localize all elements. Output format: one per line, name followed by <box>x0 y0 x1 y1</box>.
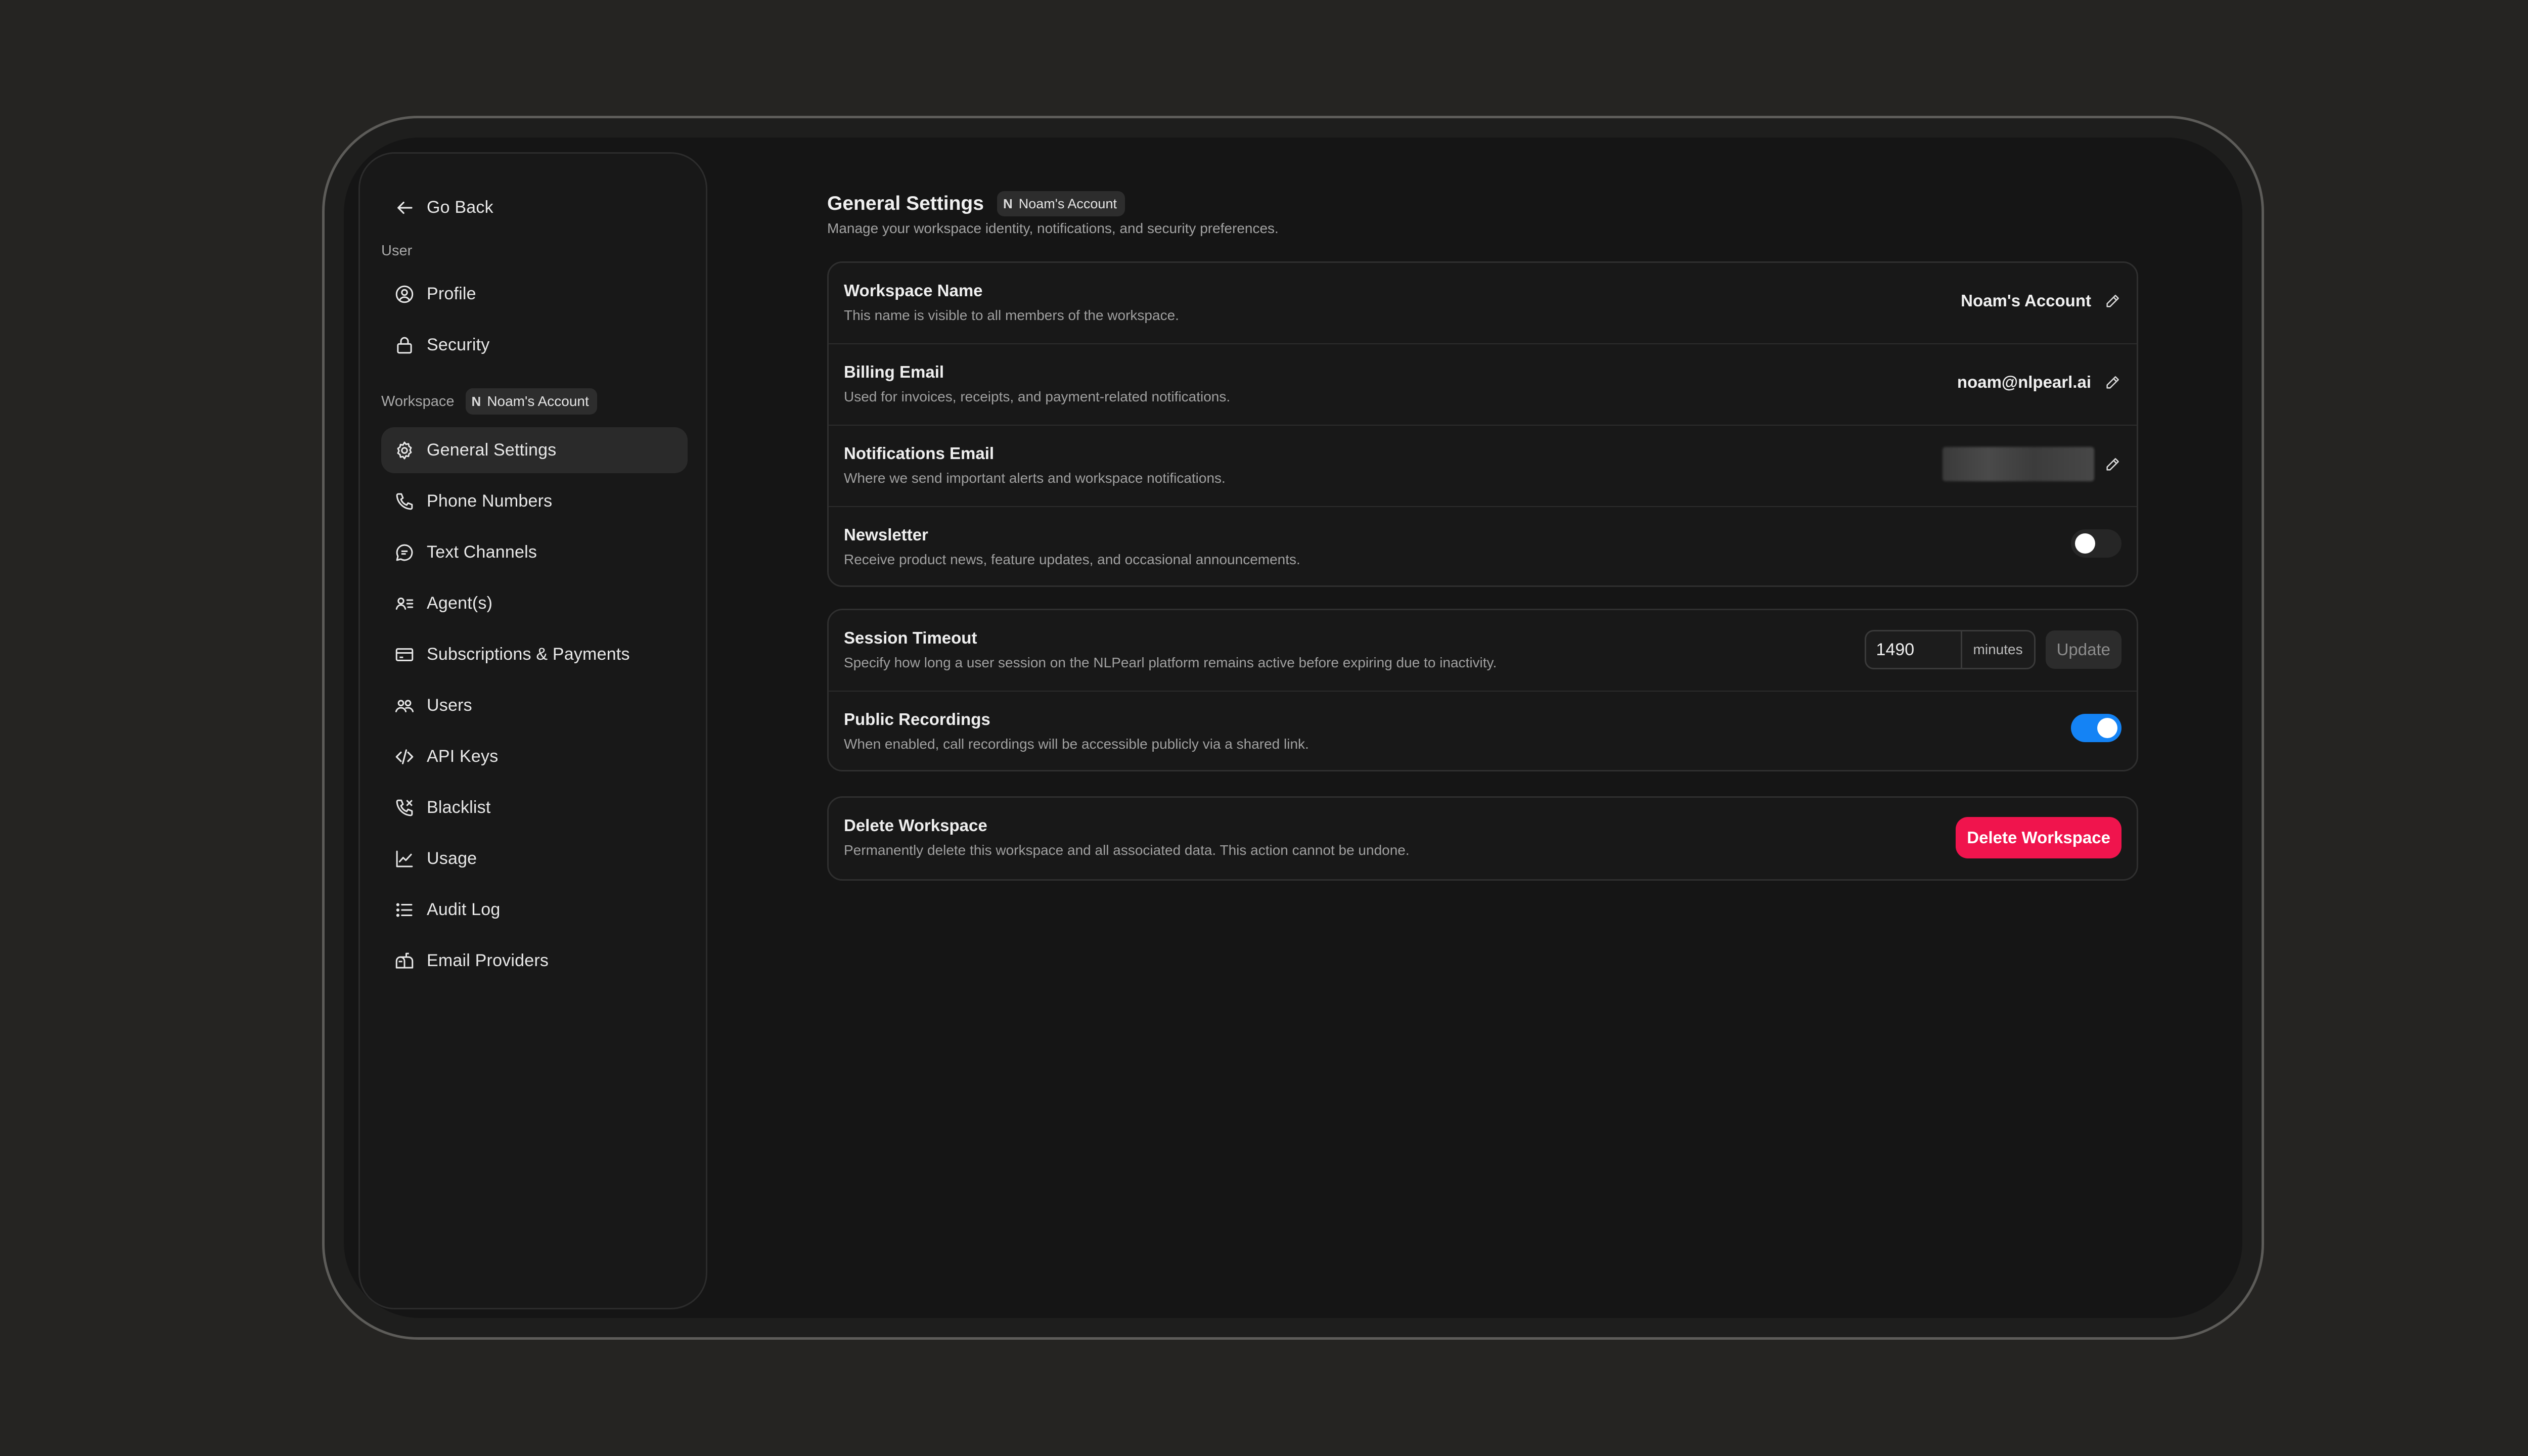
delete-workspace-description: Permanently delete this workspace and al… <box>844 842 1410 858</box>
billing-email-row: Billing Email Used for invoices, receipt… <box>829 344 2137 426</box>
workspace-name-value-area: Noam's Account <box>1961 291 2121 310</box>
billing-email-title: Billing Email <box>844 362 944 381</box>
billing-email-description: Used for invoices, receipts, and payment… <box>844 389 1231 404</box>
account-chip: N Noam's Account <box>997 191 1125 216</box>
delete-workspace-row: Delete Workspace Permanently delete this… <box>829 798 2137 879</box>
account-chip-name: Noam's Account <box>1018 196 1117 211</box>
security-settings-card: Session Timeout Specify how long a user … <box>827 609 2138 771</box>
workspace-name-description: This name is visible to all members of t… <box>844 307 1179 323</box>
delete-workspace-title: Delete Workspace <box>844 816 987 835</box>
billing-email-value: noam@nlpearl.ai <box>1957 373 2091 391</box>
session-timeout-description: Specify how long a user session on the N… <box>844 655 1497 670</box>
app-screen: Go Back User Profile Security Workspace … <box>344 138 2242 1318</box>
tablet-frame: Go Back User Profile Security Workspace … <box>322 116 2264 1340</box>
newsletter-value-area <box>2071 529 2121 558</box>
toggle-knob <box>2075 533 2095 554</box>
newsletter-toggle[interactable] <box>2071 529 2121 558</box>
newsletter-description: Receive product news, feature updates, a… <box>844 552 1300 567</box>
public-recordings-value-area <box>2071 714 2121 742</box>
pencil-icon[interactable] <box>2104 456 2121 473</box>
session-timeout-group: minutes Update <box>1864 630 2121 669</box>
session-timeout-input-wrap: minutes <box>1864 630 2036 669</box>
session-timeout-row: Session Timeout Specify how long a user … <box>829 610 2137 692</box>
page-title-text: General Settings <box>827 193 984 214</box>
public-recordings-description: When enabled, call recordings will be ac… <box>844 736 1309 752</box>
pencil-icon[interactable] <box>2104 292 2121 309</box>
workspace-name-title: Workspace Name <box>844 281 983 300</box>
notifications-email-value-redacted <box>1943 447 2094 481</box>
danger-zone-card: Delete Workspace Permanently delete this… <box>827 796 2138 881</box>
public-recordings-row: Public Recordings When enabled, call rec… <box>829 692 2137 770</box>
update-button[interactable]: Update <box>2045 630 2121 669</box>
notifications-email-description: Where we send important alerts and works… <box>844 470 1226 486</box>
workspace-name-value: Noam's Account <box>1961 291 2091 310</box>
public-recordings-toggle[interactable] <box>2071 714 2121 742</box>
notifications-email-title: Notifications Email <box>844 444 995 463</box>
newsletter-row: Newsletter Receive product news, feature… <box>829 507 2137 585</box>
billing-email-value-area: noam@nlpearl.ai <box>1957 373 2121 392</box>
notifications-email-value-area <box>1943 447 2121 481</box>
workspace-name-row: Workspace Name This name is visible to a… <box>829 263 2137 344</box>
public-recordings-title: Public Recordings <box>844 710 990 729</box>
notifications-email-row: Notifications Email Where we send import… <box>829 426 2137 507</box>
session-timeout-unit: minutes <box>1960 631 2034 668</box>
session-timeout-controls: minutes Update <box>1864 630 2121 669</box>
main-content: General Settings N Noam's Account Manage… <box>344 138 2242 1318</box>
session-timeout-input[interactable] <box>1866 631 1961 668</box>
account-initial: N <box>1003 196 1013 211</box>
newsletter-title: Newsletter <box>844 525 928 544</box>
delete-workspace-value-area: Delete Workspace <box>1956 817 2121 858</box>
page-title: General Settings N Noam's Account <box>827 191 1125 216</box>
delete-workspace-button[interactable]: Delete Workspace <box>1956 817 2121 858</box>
page-subtitle: Manage your workspace identity, notifica… <box>827 220 1279 236</box>
pencil-icon[interactable] <box>2104 374 2121 391</box>
workspace-settings-card: Workspace Name This name is visible to a… <box>827 261 2138 587</box>
toggle-knob <box>2097 718 2117 738</box>
session-timeout-title: Session Timeout <box>844 628 977 647</box>
